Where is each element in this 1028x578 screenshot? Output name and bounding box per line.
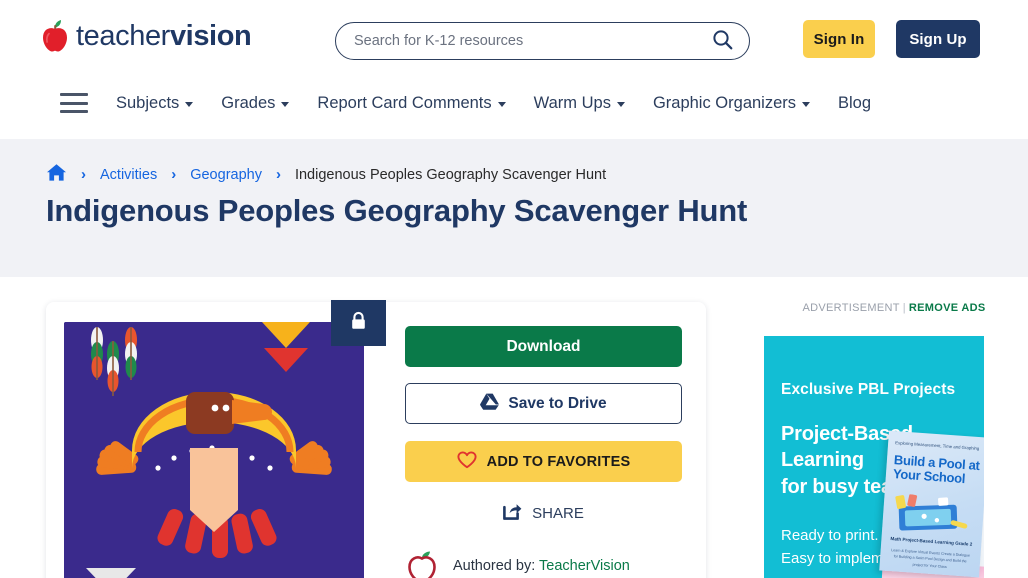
nav-label: Subjects	[116, 93, 180, 112]
chevron-down-icon	[185, 101, 194, 107]
add-to-favorites-label: ADD TO FAVORITES	[486, 453, 631, 470]
page-root: teachervision Sign In Sign Up Subjects	[0, 0, 1028, 578]
chevron-down-icon	[802, 101, 811, 107]
top-header: teachervision Sign In Sign Up	[0, 0, 1028, 80]
apple-outline-icon	[405, 547, 439, 578]
search-input[interactable]	[354, 33, 709, 49]
breadcrumb-item-current: Indigenous Peoples Geography Scavenger H…	[294, 166, 607, 183]
sign-up-button[interactable]: Sign Up	[896, 20, 980, 58]
chevron-down-icon	[281, 101, 290, 107]
remove-ads-link[interactable]: REMOVE ADS	[909, 302, 986, 314]
save-to-drive-button[interactable]: Save to Drive	[405, 383, 682, 424]
nav-items: Subjects Grades Report Card Comments War…	[116, 80, 871, 126]
share-icon	[503, 502, 522, 524]
nav-label: Graphic Organizers	[652, 93, 797, 112]
hamburger-icon[interactable]	[60, 93, 88, 113]
author-link[interactable]: TeacherVision	[539, 558, 630, 574]
chevron-down-icon	[616, 101, 625, 107]
sign-in-button[interactable]: Sign In	[803, 20, 875, 58]
share-label: SHARE	[532, 504, 584, 522]
download-button[interactable]: Download	[405, 326, 682, 367]
breadcrumb-separator: ›	[171, 166, 177, 183]
add-to-favorites-button[interactable]: ADD TO FAVORITES	[405, 441, 682, 482]
ad-book-illustration	[895, 494, 968, 531]
home-icon[interactable]	[46, 163, 67, 186]
ad-book-title: Build a Pool at Your School	[892, 452, 981, 487]
search-icon	[712, 29, 733, 53]
brand-prefix: teacher	[76, 19, 170, 52]
search-button[interactable]	[709, 28, 735, 54]
nav-item-report-card-comments[interactable]: Report Card Comments	[317, 93, 506, 113]
author-text: Authored by: TeacherVision	[453, 558, 630, 574]
author-row: Authored by: TeacherVision	[405, 547, 630, 578]
search-bar[interactable]	[335, 22, 750, 60]
ad-book-footer-sub: Learn & Explore Virtual Events Create a …	[891, 548, 971, 569]
locked-badge[interactable]	[331, 300, 386, 346]
google-drive-icon	[480, 393, 500, 415]
nav-item-warm-ups[interactable]: Warm Ups	[534, 94, 625, 113]
site-logo[interactable]: teachervision	[40, 18, 252, 54]
ad-book-eyebrow: Exploring Measurement, Time and Graphing	[895, 440, 980, 452]
ad-heading: Exclusive PBL Projects	[781, 381, 956, 398]
breadcrumb-item-geography[interactable]: Geography	[190, 167, 262, 183]
breadcrumb-separator: ›	[81, 166, 86, 183]
breadcrumb: › Activities › Geography › Indigenous Pe…	[46, 163, 606, 186]
nav-label: Warm Ups	[533, 93, 611, 112]
breadcrumb-separator: ›	[275, 166, 281, 183]
page-title: Indigenous Peoples Geography Scavenger H…	[46, 193, 748, 228]
advertisement-text: ADVERTISEMENT	[802, 302, 900, 314]
resource-thumbnail[interactable]: Indigenous Peoples Geography Scavenger	[64, 322, 364, 578]
chevron-down-icon	[497, 101, 506, 107]
nav-label: Report Card Comments	[317, 93, 492, 112]
resource-actions: Download Save to Drive ADD TO FAVORITES …	[405, 326, 682, 528]
nav-item-grades[interactable]: Grades	[221, 93, 290, 113]
author-prefix: Authored by:	[453, 557, 536, 574]
share-button[interactable]: SHARE	[405, 498, 682, 528]
brand-wordmark: teachervision	[76, 19, 252, 52]
nav-item-blog[interactable]: Blog	[838, 94, 871, 113]
nav-label: Blog	[838, 93, 872, 112]
ad-book-cover: Exploring Measurement, Time and Graphing…	[879, 430, 984, 578]
nav-label: Grades	[221, 93, 276, 112]
advertisement-banner[interactable]: Exclusive PBL Projects Project-Based Lea…	[764, 336, 984, 578]
apple-icon	[40, 18, 70, 54]
nav-item-subjects[interactable]: Subjects	[116, 93, 194, 113]
heart-icon	[457, 450, 477, 473]
advertisement-label: ADVERTISEMENT | REMOVE ADS	[760, 302, 1028, 314]
page-header-band: › Activities › Geography › Indigenous Pe…	[0, 139, 1028, 277]
advertisement-separator: |	[902, 302, 906, 314]
save-to-drive-label: Save to Drive	[508, 394, 607, 412]
brand-suffix: vision	[169, 19, 252, 52]
nav-item-graphic-organizers[interactable]: Graphic Organizers	[652, 93, 811, 113]
main-navigation: Subjects Grades Report Card Comments War…	[0, 80, 1028, 126]
lock-icon	[350, 311, 367, 336]
breadcrumb-item-activities[interactable]: Activities	[100, 167, 157, 183]
